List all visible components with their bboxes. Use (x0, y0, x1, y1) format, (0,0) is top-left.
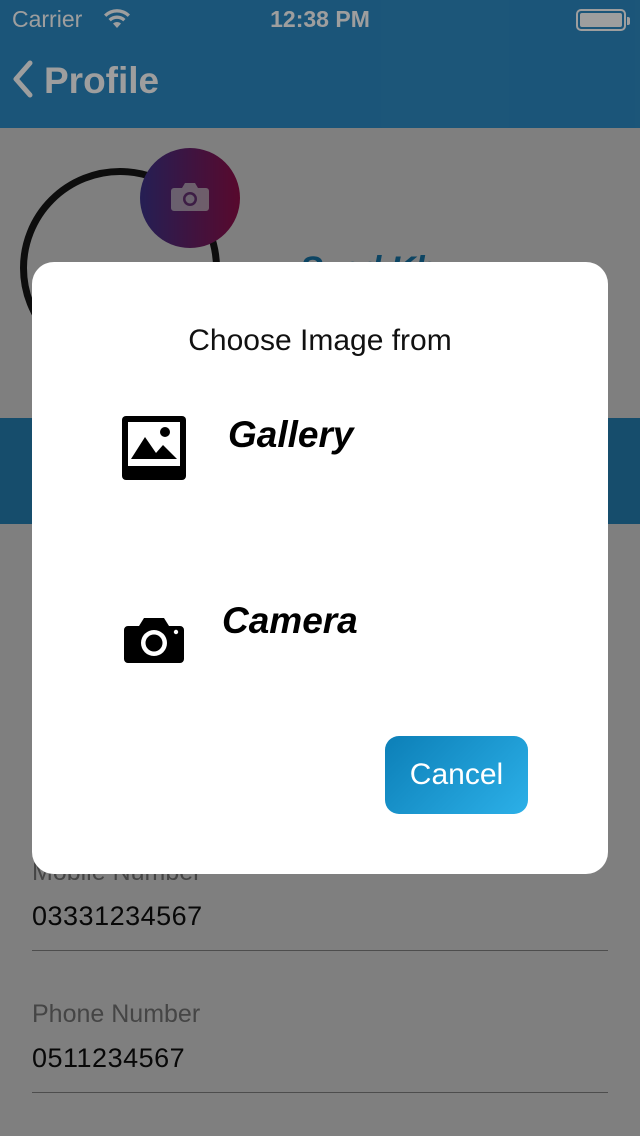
camera-label: Camera (222, 600, 358, 641)
gallery-option[interactable]: Gallery (120, 414, 353, 482)
dialog-title: Choose Image from (188, 324, 452, 357)
image-source-dialog: Choose Image from Gallery Camera Cancel (32, 262, 608, 874)
camera-icon (120, 606, 188, 674)
gallery-label: Gallery (228, 414, 354, 455)
gallery-icon (120, 414, 188, 482)
cancel-button[interactable]: Cancel (385, 736, 528, 814)
camera-option[interactable]: Camera (120, 600, 358, 674)
modal-backdrop-top (0, 0, 640, 128)
